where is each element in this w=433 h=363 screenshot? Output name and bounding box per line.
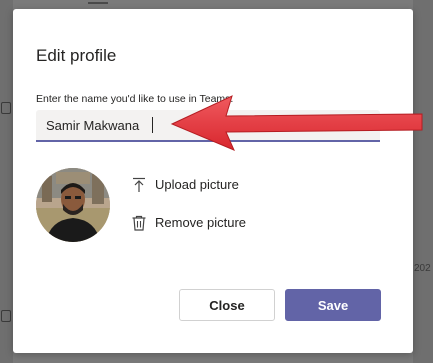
upload-picture-button[interactable]: Upload picture (130, 176, 239, 194)
background-text-fragment: 202 (414, 263, 431, 274)
close-button[interactable]: Close (179, 289, 275, 321)
edit-profile-dialog: Edit profile Enter the name you'd like t… (13, 9, 413, 353)
remove-picture-button[interactable]: Remove picture (130, 214, 246, 232)
background-left-edge (0, 0, 13, 363)
display-name-input[interactable] (36, 110, 380, 142)
background-icon (1, 102, 11, 114)
name-field-label: Enter the name you'd like to use in Team… (36, 93, 234, 105)
background-top-mark (88, 2, 108, 4)
save-button[interactable]: Save (285, 289, 381, 321)
profile-avatar (36, 168, 110, 242)
text-caret (152, 117, 153, 133)
dialog-title: Edit profile (36, 46, 117, 65)
upload-arrow-icon (130, 176, 148, 194)
background-icon (1, 310, 11, 322)
background-right-edge (413, 0, 433, 363)
trash-icon (130, 214, 148, 232)
upload-picture-label: Upload picture (155, 177, 239, 192)
remove-picture-label: Remove picture (155, 215, 247, 230)
